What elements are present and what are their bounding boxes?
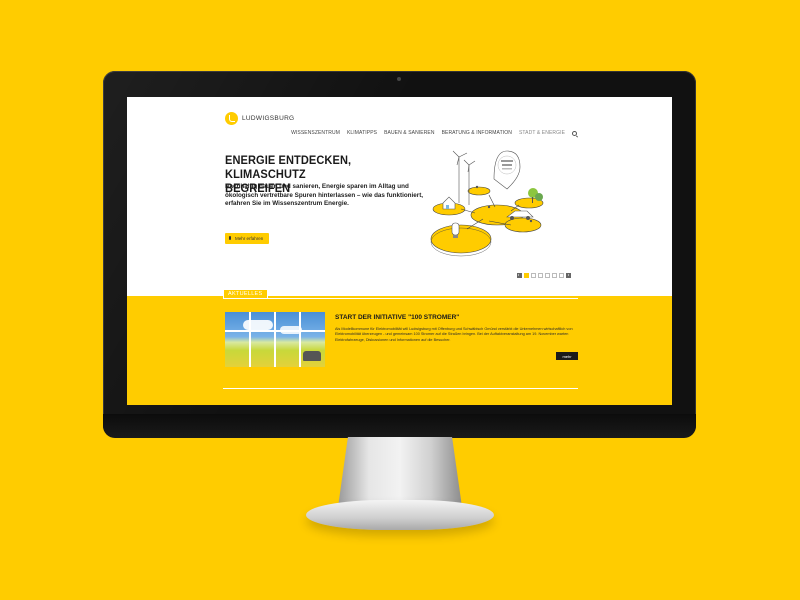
slider-dot[interactable] [545,273,550,278]
window-frame [299,312,301,367]
mehr-erfahren-button[interactable]: Mehr erfahren [225,233,270,244]
mehr-button[interactable]: mehr [556,352,578,360]
slider-dot[interactable] [552,273,557,278]
news-image[interactable] [225,312,325,367]
hero-slider: ENERGIE ENTDECKEN, KLIMASCHUTZ BEGREIFEN… [127,143,672,296]
nav-item-bauen-sanieren[interactable]: BAUEN & SANIEREN [384,130,435,136]
news-section-label: AKTUELLES [223,289,268,298]
nav-item-stadt-energie[interactable]: STADT & ENERGIE [519,130,565,136]
slider-pagination [517,273,571,278]
energy-city-illustration [430,150,544,257]
slider-prev-arrow-icon[interactable] [517,273,522,278]
hero-description: Nachhaltig bauen und sanieren, Energie s… [225,183,424,208]
slider-dot[interactable] [531,273,536,278]
slider-dot[interactable] [559,273,564,278]
monitor-chin [103,414,696,438]
car-icon [303,351,321,361]
news-divider-top [223,298,578,299]
window-frame [249,312,251,367]
site-logo[interactable]: LUDWIGSBURG [225,112,294,125]
nav-item-klimatipps[interactable]: KLIMATIPPS [347,130,377,136]
window-frame [274,312,276,367]
monitor-stand-base [306,500,494,530]
news-text: Als Modellkommune für Elektromobilität w… [335,327,573,342]
webcam-icon [397,77,401,81]
site-header: LUDWIGSBURG WISSENSZENTRUM KLIMATIPPS BA… [127,97,672,143]
search-icon[interactable] [572,130,577,136]
ludwigsburg-logo-icon [225,112,238,125]
website-screen: LUDWIGSBURG WISSENSZENTRUM KLIMATIPPS BA… [127,97,672,405]
monitor-stand-neck [338,437,462,507]
logo-text: LUDWIGSBURG [242,115,295,122]
news-title[interactable]: START DER INITIATIVE "100 STROMER" [335,314,459,321]
news-divider-bottom [223,388,578,389]
slider-dot[interactable] [538,273,543,278]
nav-item-wissenszentrum[interactable]: WISSENSZENTRUM [291,130,340,136]
news-section: AKTUELLES START DER INITIATIVE "100 STRO… [127,289,672,405]
slider-next-arrow-icon[interactable] [566,273,571,278]
slider-dot[interactable] [524,273,529,278]
cloud-shape [243,320,273,330]
nav-item-beratung-information[interactable]: BERATUNG & INFORMATION [442,130,512,136]
main-navigation: WISSENSZENTRUM KLIMATIPPS BAUEN & SANIER… [291,130,577,136]
hero-title-line-1: ENERGIE ENTDECKEN, [225,153,352,167]
